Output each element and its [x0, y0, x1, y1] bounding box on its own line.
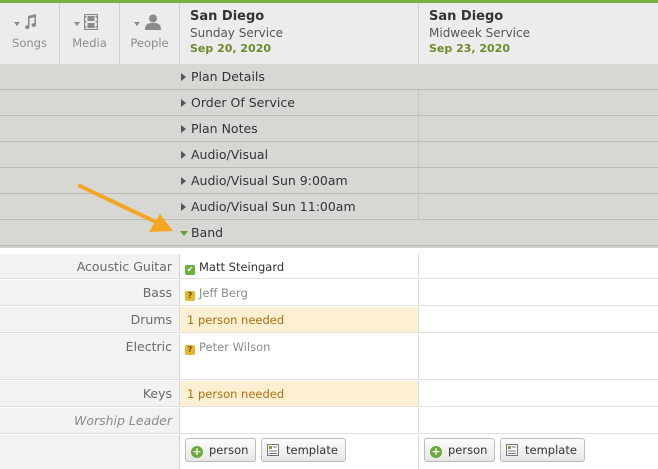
position-cell[interactable]: [419, 381, 658, 406]
position-label-cell: Electric: [0, 334, 180, 379]
people-tool[interactable]: People: [120, 3, 180, 64]
position-cell[interactable]: [419, 334, 658, 379]
media-tool[interactable]: Media: [60, 3, 120, 64]
section-label: Order Of Service: [191, 95, 295, 110]
position-label-cell: Worship Leader: [0, 408, 180, 433]
songs-label: Songs: [12, 36, 47, 50]
scheduled-person[interactable]: ? Peter Wilson: [185, 340, 270, 355]
plan-service-type: Midweek Service: [429, 26, 530, 40]
people-needed-text: 1 person needed: [187, 387, 285, 401]
plan-location: San Diego: [190, 9, 265, 24]
expand-arrow-icon: [181, 73, 186, 81]
section-audio-visual[interactable]: Audio/Visual: [0, 142, 658, 168]
position-row-acoustic-guitar: Acoustic Guitar ✔ Matt Steingard: [0, 254, 658, 279]
position-label: Worship Leader: [73, 413, 172, 428]
actions-cell: + person template: [419, 435, 658, 469]
plan-header: Songs Media People San Diego Sunday Serv…: [0, 3, 658, 65]
column-divider: [418, 90, 419, 115]
plan-location: San Diego: [429, 9, 504, 24]
template-icon: [506, 444, 518, 456]
position-label: Keys: [142, 386, 172, 401]
section-audio-visual-sun-9am[interactable]: Audio/Visual Sun 9:00am: [0, 168, 658, 194]
plan-date: Sep 23, 2020: [429, 42, 511, 55]
expand-arrow-icon: [181, 151, 186, 159]
expand-arrow-icon: [181, 203, 186, 211]
add-person-button[interactable]: + person: [424, 438, 496, 462]
position-cell[interactable]: [180, 408, 419, 433]
plan-column-1[interactable]: San Diego Sunday Service Sep 20, 2020: [180, 3, 419, 64]
dropdown-caret-icon: [14, 22, 20, 26]
position-row-worship-leader: Worship Leader: [0, 408, 658, 434]
confirmed-check-icon: ✔: [185, 265, 195, 275]
section-label: Plan Notes: [191, 121, 258, 136]
section-label: Audio/Visual Sun 11:00am: [191, 199, 356, 214]
unconfirmed-question-icon: ?: [185, 345, 195, 355]
position-cell[interactable]: [419, 254, 658, 278]
column-divider: [418, 194, 419, 219]
people-label: People: [130, 36, 169, 50]
expand-arrow-icon: [181, 125, 186, 133]
position-label-cell: Keys: [0, 381, 180, 406]
section-order-of-service[interactable]: Order Of Service: [0, 90, 658, 116]
position-row-keys: Keys 1 person needed: [0, 381, 658, 407]
scheduled-person[interactable]: ? Jeff Berg: [185, 286, 248, 301]
music-note-icon: [24, 14, 36, 30]
people-needed-text: 1 person needed: [187, 313, 285, 327]
songs-tool[interactable]: Songs: [0, 3, 60, 64]
film-icon: [83, 14, 98, 30]
plan-service-type: Sunday Service: [190, 26, 284, 40]
expand-arrow-icon: [181, 177, 186, 185]
collapse-arrow-icon: [180, 231, 188, 236]
position-cell[interactable]: ? Jeff Berg: [180, 280, 419, 305]
person-icon: [144, 14, 161, 30]
column-divider: [418, 142, 419, 167]
section-audio-visual-sun-11am[interactable]: Audio/Visual Sun 11:00am: [0, 194, 658, 220]
position-row-electric: Electric ? Peter Wilson: [0, 334, 658, 380]
position-cell[interactable]: ? Peter Wilson: [180, 334, 419, 379]
position-cell[interactable]: [419, 307, 658, 332]
actions-row: + person template + person template: [0, 435, 658, 469]
section-label: Band: [191, 225, 224, 240]
position-row-drums: Drums 1 person needed: [0, 307, 658, 333]
position-cell[interactable]: [419, 280, 658, 305]
position-label-cell: Acoustic Guitar: [0, 254, 180, 278]
actions-cell: + person template: [180, 435, 419, 469]
position-row-bass: Bass ? Jeff Berg: [0, 280, 658, 306]
plus-icon: +: [191, 445, 203, 458]
section-label: Audio/Visual Sun 9:00am: [191, 173, 348, 188]
scheduled-person[interactable]: ✔ Matt Steingard: [185, 260, 284, 275]
add-template-button[interactable]: template: [500, 438, 585, 462]
media-label: Media: [72, 36, 107, 50]
unconfirmed-question-icon: ?: [185, 291, 195, 301]
section-label: Audio/Visual: [191, 147, 269, 162]
position-label: Drums: [130, 312, 172, 327]
position-label-cell: [0, 435, 180, 469]
position-label-cell: Drums: [0, 307, 180, 332]
dropdown-caret-icon: [74, 22, 80, 26]
expand-arrow-icon: [181, 99, 186, 107]
position-label: Electric: [125, 339, 172, 354]
section-band[interactable]: Band: [0, 220, 658, 246]
plan-column-2[interactable]: San Diego Midweek Service Sep 23, 2020: [419, 3, 658, 64]
plus-icon: +: [430, 445, 442, 458]
position-label: Acoustic Guitar: [76, 259, 172, 274]
position-label-cell: Bass: [0, 280, 180, 305]
section-plan-details[interactable]: Plan Details: [0, 64, 658, 90]
plan-date: Sep 20, 2020: [190, 42, 272, 55]
add-person-button[interactable]: + person: [185, 438, 257, 462]
position-cell[interactable]: ✔ Matt Steingard: [180, 254, 419, 278]
position-cell-needed[interactable]: 1 person needed: [180, 307, 419, 332]
add-template-button[interactable]: template: [261, 438, 346, 462]
column-divider: [418, 116, 419, 141]
band-roster: Acoustic Guitar ✔ Matt Steingard Bass ? Je…: [0, 246, 658, 469]
position-label: Bass: [142, 285, 172, 300]
template-icon: [267, 444, 279, 456]
column-divider: [418, 168, 419, 193]
position-cell-needed[interactable]: 1 person needed: [180, 381, 419, 406]
dropdown-caret-icon: [134, 22, 140, 26]
position-cell[interactable]: [419, 408, 658, 433]
section-plan-notes[interactable]: Plan Notes: [0, 116, 658, 142]
section-label: Plan Details: [191, 69, 265, 84]
